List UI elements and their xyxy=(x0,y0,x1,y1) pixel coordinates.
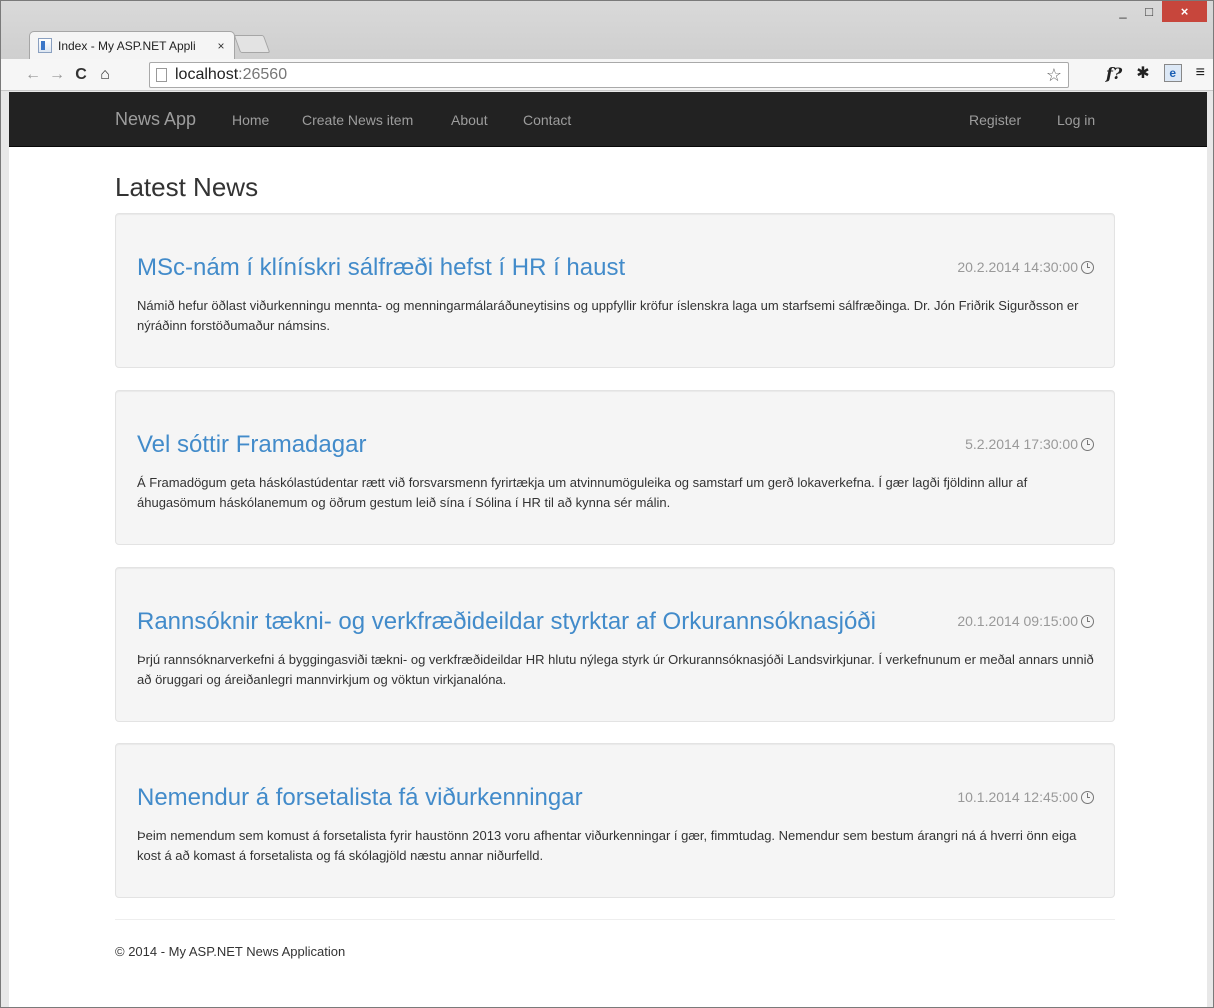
news-item: Rannsóknir tækni- og verkfræðideildar st… xyxy=(115,567,1115,722)
news-title-link[interactable]: Vel sóttir Framadagar xyxy=(137,431,366,459)
reload-icon[interactable]: C xyxy=(69,66,93,84)
news-item: MSc-nám í klínískri sálfræði hefst í HR … xyxy=(115,213,1115,368)
footer-text: © 2014 - My ASP.NET News Application xyxy=(115,944,346,959)
site-navbar: News App Home Create News item About Con… xyxy=(9,92,1207,147)
page-viewport: News App Home Create News item About Con… xyxy=(9,92,1207,1007)
forward-arrow-icon[interactable]: → xyxy=(45,66,69,84)
news-item: Nemendur á forsetalista fá viðurkenninga… xyxy=(115,743,1115,898)
nav-create-news-item[interactable]: Create News item xyxy=(302,112,413,128)
news-date: 20.1.2014 09:15:00 xyxy=(957,613,1094,629)
news-title-link[interactable]: Nemendur á forsetalista fá viðurkenninga… xyxy=(137,784,583,812)
news-date-text: 20.2.2014 14:30:00 xyxy=(957,259,1078,275)
browser-tab[interactable]: Index - My ASP.NET Appli × xyxy=(29,31,235,59)
minimize-button[interactable]: _ xyxy=(1110,1,1136,22)
clock-icon xyxy=(1081,260,1094,274)
close-window-button[interactable]: × xyxy=(1162,1,1207,22)
tab-close-icon[interactable]: × xyxy=(212,39,230,53)
news-date: 20.2.2014 14:30:00 xyxy=(957,259,1094,275)
clock-icon xyxy=(1081,614,1094,628)
bookmark-star-icon[interactable]: ☆ xyxy=(1046,65,1062,86)
ie-tab-icon[interactable]: e xyxy=(1163,64,1182,82)
news-date: 10.1.2014 12:45:00 xyxy=(957,789,1094,805)
news-summary: Námið hefur öðlast viðurkenningu mennta-… xyxy=(137,298,1079,333)
news-date: 5.2.2014 17:30:00 xyxy=(965,436,1094,452)
gear-icon[interactable]: ✱ xyxy=(1136,63,1149,83)
window-controls: _ □ × xyxy=(1110,1,1207,25)
title-bar: Index - My ASP.NET Appli × _ □ × xyxy=(1,1,1213,59)
page-title: Latest News xyxy=(115,172,259,202)
toolbar-extensions: f? ✱ e ≡ xyxy=(1106,63,1205,83)
news-date-text: 5.2.2014 17:30:00 xyxy=(965,436,1078,452)
news-summary: Þeim nemendum sem komust á forsetalista … xyxy=(137,828,1077,863)
menu-icon[interactable]: ≡ xyxy=(1196,64,1205,82)
footer-divider xyxy=(115,919,1115,920)
browser-toolbar: ← → C ⌂ localhost:26560 ☆ f? ✱ e ≡ xyxy=(1,59,1213,91)
nav-about[interactable]: About xyxy=(451,112,488,128)
nav-log-in[interactable]: Log in xyxy=(1057,112,1095,128)
nav-contact[interactable]: Contact xyxy=(523,112,571,128)
new-tab-button[interactable] xyxy=(233,35,271,53)
news-title-link[interactable]: MSc-nám í klínískri sálfræði hefst í HR … xyxy=(137,254,625,282)
news-date-text: 20.1.2014 09:15:00 xyxy=(957,613,1078,629)
clock-icon xyxy=(1081,437,1094,451)
news-item: Vel sóttir Framadagar 5.2.2014 17:30:00 … xyxy=(115,390,1115,545)
address-bar[interactable]: localhost:26560 ☆ xyxy=(149,62,1069,88)
browser-window: Index - My ASP.NET Appli × _ □ × ← → C ⌂… xyxy=(0,0,1214,1008)
back-arrow-icon[interactable]: ← xyxy=(21,66,45,84)
news-title-link[interactable]: Rannsóknir tækni- og verkfræðideildar st… xyxy=(137,608,876,636)
clock-icon xyxy=(1081,790,1094,804)
home-icon[interactable]: ⌂ xyxy=(93,66,117,84)
url-port: :26560 xyxy=(238,66,288,83)
news-summary: Á Framadögum geta háskólastúdentar rætt … xyxy=(137,475,1028,510)
url-host: localhost xyxy=(175,66,239,83)
brand-link[interactable]: News App xyxy=(115,109,196,130)
page-icon xyxy=(156,68,167,82)
nav-register[interactable]: Register xyxy=(969,112,1021,128)
news-summary: Þrjú rannsóknarverkefni á byggingasviði … xyxy=(137,652,1094,687)
function-extension-icon[interactable]: f? xyxy=(1106,64,1122,83)
tab-title: Index - My ASP.NET Appli xyxy=(58,38,196,53)
news-date-text: 10.1.2014 12:45:00 xyxy=(957,789,1078,805)
page-favicon-icon xyxy=(38,38,52,53)
nav-home[interactable]: Home xyxy=(232,112,269,128)
maximize-button[interactable]: □ xyxy=(1136,1,1162,22)
